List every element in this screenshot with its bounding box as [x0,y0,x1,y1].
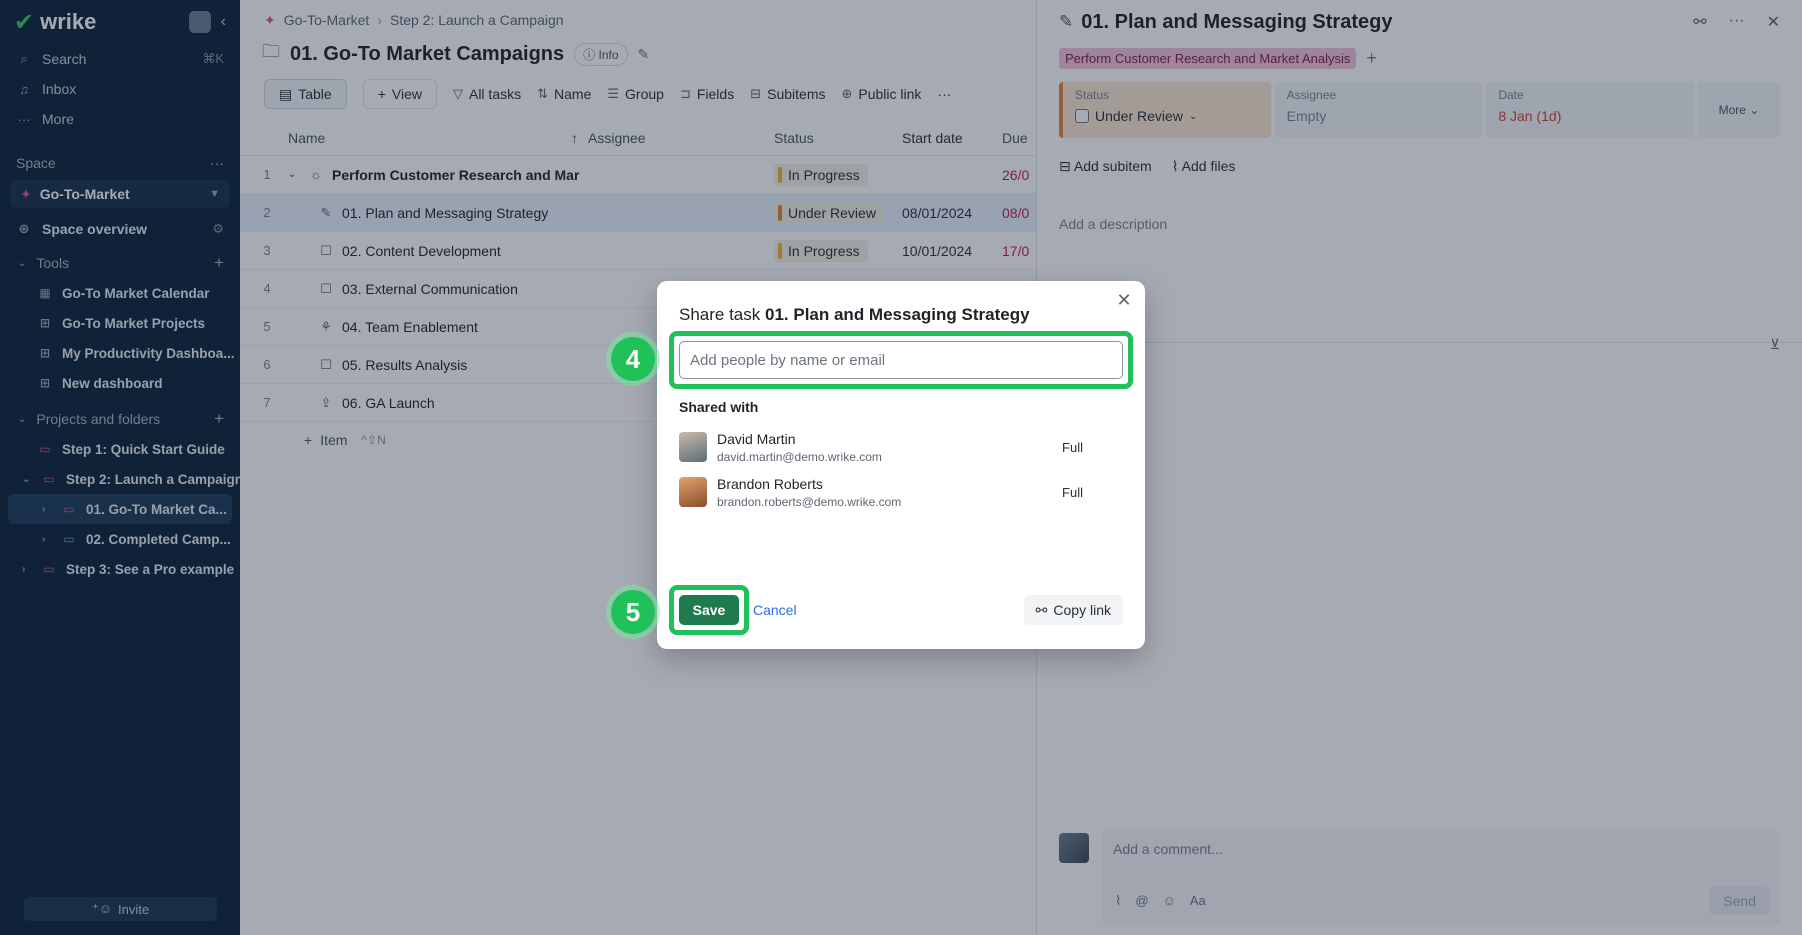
cancel-button[interactable]: Cancel [753,602,797,618]
dialog-title-task: 01. Plan and Messaging Strategy [765,305,1030,324]
person-email: david.martin@demo.wrike.com [717,449,882,464]
link-icon: ⚯ [1035,601,1048,618]
share-task-dialog: Share task 01. Plan and Messaging Strate… [657,281,1145,649]
step-badge-4: 4 [611,337,655,381]
shared-person: Brandon Roberts brandon.roberts@demo.wri… [679,472,1123,512]
shared-with-heading: Shared with [679,399,759,415]
person-email: brandon.roberts@demo.wrike.com [717,494,902,509]
person-name: David Martin [717,430,796,447]
avatar [679,432,707,462]
copy-link-button[interactable]: ⚯ Copy link [1023,595,1123,625]
dialog-title: Share task 01. Plan and Messaging Strate… [679,305,1030,325]
step-badge-5: 5 [611,590,655,634]
permission-select[interactable]: Full [1062,485,1083,500]
add-people-input[interactable] [679,341,1123,379]
shared-person: David Martin david.martin@demo.wrike.com… [679,427,1123,467]
close-icon[interactable]: ✕ [1113,289,1135,311]
avatar [679,477,707,507]
dialog-title-prefix: Share task [679,305,761,324]
permission-select[interactable]: Full [1062,440,1083,455]
person-name: Brandon Roberts [717,475,823,492]
copy-link-label: Copy link [1053,602,1111,618]
save-button[interactable]: Save [679,595,739,625]
